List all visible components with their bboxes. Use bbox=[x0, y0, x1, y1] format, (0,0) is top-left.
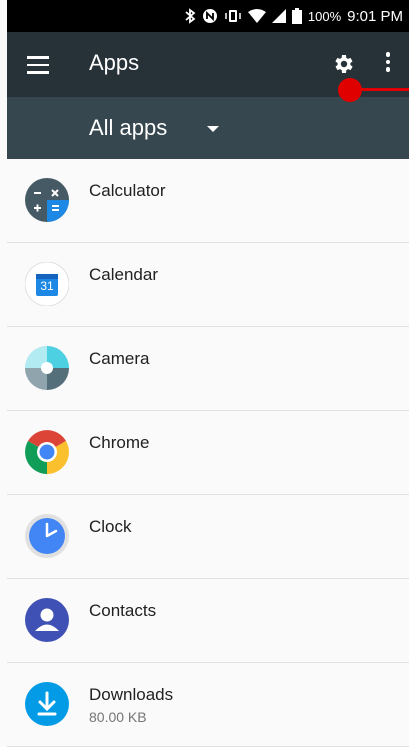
list-item-contacts[interactable]: Contacts bbox=[7, 579, 409, 663]
app-filter-dropdown[interactable]: All apps bbox=[7, 97, 409, 159]
app-name: Calculator bbox=[89, 181, 166, 200]
list-item-calendar[interactable]: 31 Calendar bbox=[7, 243, 409, 327]
contacts-icon bbox=[25, 598, 69, 642]
app-name: Downloads bbox=[89, 685, 174, 704]
app-name: Calendar bbox=[89, 265, 158, 284]
chrome-icon bbox=[25, 430, 69, 474]
app-size: 80.00 KB bbox=[89, 709, 147, 725]
filter-selected-label: All apps bbox=[89, 115, 168, 140]
settings-gear-icon[interactable] bbox=[331, 52, 355, 76]
app-list: Calculator 31 Calendar Camera Chrome Clo… bbox=[7, 159, 409, 747]
vibrate-icon bbox=[224, 8, 242, 24]
more-options-icon[interactable] bbox=[385, 52, 391, 75]
app-name: Clock bbox=[89, 517, 132, 536]
list-item-chrome[interactable]: Chrome bbox=[7, 411, 409, 495]
signal-icon bbox=[271, 9, 286, 23]
battery-icon bbox=[291, 8, 302, 24]
nfc-icon bbox=[202, 8, 218, 24]
bluetooth-icon bbox=[184, 8, 196, 24]
list-item-camera[interactable]: Camera bbox=[7, 327, 409, 411]
status-bar: 100% 9:01 PM bbox=[7, 0, 409, 32]
list-item-calculator[interactable]: Calculator bbox=[7, 159, 409, 243]
calendar-icon: 31 bbox=[24, 261, 70, 307]
app-name: Camera bbox=[89, 349, 150, 368]
clock-time: 9:01 PM bbox=[347, 7, 403, 25]
list-item-clock[interactable]: Clock bbox=[7, 495, 409, 579]
list-item-downloads[interactable]: Downloads 80.00 KB bbox=[7, 663, 409, 747]
calculator-icon bbox=[25, 178, 69, 222]
downloads-icon bbox=[25, 682, 69, 726]
battery-percent: 100% bbox=[307, 8, 342, 24]
dropdown-arrow-icon bbox=[207, 126, 219, 132]
wifi-icon bbox=[247, 9, 266, 23]
menu-icon[interactable] bbox=[27, 56, 49, 79]
page-title: Apps bbox=[89, 50, 140, 75]
app-name: Chrome bbox=[89, 433, 150, 452]
app-name: Contacts bbox=[89, 601, 157, 620]
clock-icon bbox=[25, 514, 69, 558]
annotation-marker bbox=[338, 78, 362, 102]
calendar-date-badge: 31 bbox=[40, 279, 54, 293]
camera-icon bbox=[25, 346, 69, 390]
